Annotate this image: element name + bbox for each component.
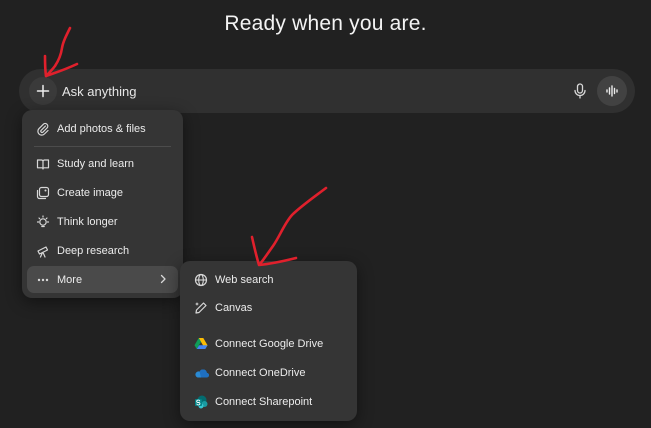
image-icon (35, 185, 51, 201)
menu-item-label: Study and learn (57, 157, 135, 170)
prompt-composer (19, 69, 635, 113)
menu-item-deep-research[interactable]: Deep research (27, 237, 178, 264)
dictate-button[interactable] (569, 80, 591, 102)
submenu-item-connect-onedrive[interactable]: Connect OneDrive (185, 359, 352, 386)
google-drive-icon (193, 336, 209, 352)
menu-divider (34, 146, 171, 147)
add-attachment-button[interactable] (29, 77, 57, 105)
menu-item-study-and-learn[interactable]: Study and learn (27, 150, 178, 177)
telescope-icon (35, 243, 51, 259)
submenu-item-web-search[interactable]: Web search (185, 266, 352, 293)
sharepoint-icon (193, 394, 209, 410)
menu-item-label: More (57, 273, 83, 286)
more-submenu: Web search Canvas Connect Google Drive C… (180, 261, 357, 421)
submenu-item-label: Connect Sharepoint (215, 395, 313, 408)
prompt-input[interactable] (62, 81, 532, 101)
menu-item-label: Create image (57, 186, 124, 199)
submenu-item-label: Connect Google Drive (215, 337, 324, 350)
menu-item-more[interactable]: More (27, 266, 178, 293)
chevron-right-icon (156, 272, 170, 286)
plus-icon (36, 84, 50, 98)
page: Ready when you are. Ask anything Add pho… (0, 0, 651, 428)
menu-item-create-image[interactable]: Create image (27, 179, 178, 206)
menu-item-add-photos-files[interactable]: Add photos & files (27, 115, 178, 142)
book-icon (35, 156, 51, 172)
lightbulb-icon (35, 214, 51, 230)
paperclip-icon (35, 121, 51, 137)
annotation-arrow-web-search (250, 186, 328, 267)
voice-mode-icon (606, 85, 618, 97)
menu-item-label: Deep research (57, 244, 130, 257)
microphone-icon (574, 83, 586, 99)
submenu-item-label: Canvas (215, 301, 253, 314)
onedrive-icon (193, 365, 209, 381)
page-headline: Ready when you are. (224, 12, 427, 35)
globe-icon (193, 272, 209, 288)
voice-mode-button[interactable] (597, 76, 627, 106)
menu-item-label: Add photos & files (57, 122, 146, 135)
submenu-item-canvas[interactable]: Canvas (185, 294, 352, 321)
attachment-menu: Add photos & files Study and learn Creat… (22, 110, 183, 298)
submenu-item-label: Web search (215, 273, 274, 286)
submenu-item-connect-sharepoint[interactable]: Connect Sharepoint (185, 388, 352, 415)
menu-item-label: Think longer (57, 215, 118, 228)
menu-item-think-longer[interactable]: Think longer (27, 208, 178, 235)
submenu-item-connect-google-drive[interactable]: Connect Google Drive (185, 330, 352, 357)
pen-icon (193, 300, 209, 316)
submenu-item-label: Connect OneDrive (215, 366, 306, 379)
more-icon (35, 272, 51, 288)
